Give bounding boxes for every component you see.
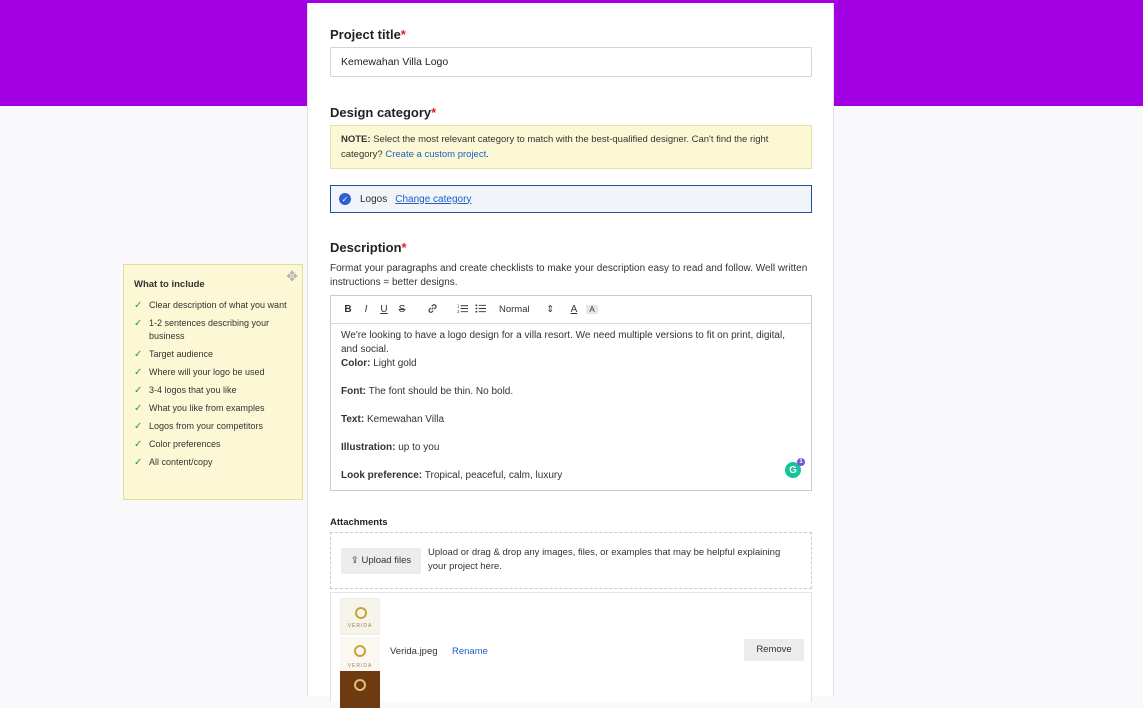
editor-content[interactable]: We're looking to have a logo design for … [331, 324, 811, 488]
list-item: ✓ Logos from your competitors [134, 421, 264, 432]
move-icon[interactable]: ✥ [286, 268, 298, 285]
rename-link[interactable]: Rename [452, 646, 488, 657]
upload-files-button[interactable]: ⇪ Upload files [341, 548, 421, 574]
upload-icon: ⇪ [350, 555, 359, 566]
design-category-label: Design category* [330, 105, 437, 120]
font-color-button[interactable]: A [565, 304, 583, 315]
ordered-list-icon[interactable]: 12 [453, 303, 471, 317]
project-title-label: Project title* [330, 27, 406, 42]
check-icon: ✓ [134, 421, 143, 432]
category-note: NOTE: Select the most relevant category … [330, 125, 812, 169]
list-item: ✓ Color preferences [134, 439, 221, 450]
project-title-input[interactable]: Kemewahan Villa Logo [330, 47, 812, 77]
intro-text: We're looking to have a logo design for … [341, 330, 785, 355]
list-item: ✓ 1-2 sentences describing your business [134, 318, 270, 341]
tips-list: ✓ Clear description of what you want ✓ 1-2… [134, 299, 294, 474]
check-icon: ✓ [134, 457, 143, 468]
check-icon: ✓ [134, 318, 143, 329]
svg-text:2: 2 [457, 309, 460, 314]
check-icon: ✓ [134, 385, 143, 396]
text-format-select[interactable]: Normal ⇕ [499, 304, 565, 315]
grammarly-icon[interactable]: G 1 [785, 458, 805, 478]
check-icon: ✓ [134, 300, 143, 311]
list-item: ✓ Target audience [134, 349, 214, 360]
list-item: ✓ Clear description of what you want [134, 300, 287, 311]
file-drop-zone[interactable]: ⇪ Upload files Upload or drag & drop any… [330, 532, 812, 589]
create-custom-project-link[interactable]: Create a custom project [385, 149, 486, 160]
panel-title: What to include [134, 279, 205, 290]
what-to-include-panel: What to include ✥ ✓ Clear description of … [123, 264, 303, 500]
italic-button[interactable]: I [357, 304, 375, 315]
checkmark-icon: ✓ [339, 193, 351, 205]
image-thumbnail[interactable]: VERIDA [340, 637, 380, 674]
description-label: Description* [330, 240, 407, 255]
svg-text:1: 1 [457, 303, 460, 308]
description-editor[interactable]: B I U S 12 Normal ⇕ A A We're looking to… [330, 295, 812, 491]
attachments-label: Attachments [330, 517, 388, 528]
description-help: Format your paragraphs and create checkl… [330, 263, 808, 288]
underline-button[interactable]: U [375, 304, 393, 315]
bullet-list-icon[interactable] [471, 303, 489, 317]
selected-category: ✓ Logos Change category [330, 185, 812, 213]
upload-help-text: Upload or drag & drop any images, files,… [428, 547, 781, 572]
editor-toolbar: B I U S 12 Normal ⇕ A A [331, 296, 811, 324]
list-item: ✓ Where will your logo be used [134, 367, 265, 378]
highlight-button[interactable]: A [586, 305, 598, 314]
link-icon[interactable] [423, 303, 441, 317]
bold-button[interactable]: B [339, 304, 357, 315]
image-thumbnail[interactable]: VERIDA [340, 598, 380, 635]
select-caret-icon: ⇕ [546, 304, 555, 315]
strikethrough-button[interactable]: S [393, 304, 411, 315]
attachment-list: VERIDA VERIDA Verida.jpeg Rename Remove [330, 592, 812, 708]
file-name: Verida.jpeg [390, 646, 438, 657]
selected-category-label: Logos [360, 193, 388, 205]
remove-button[interactable]: Remove [744, 639, 804, 661]
image-thumbnail[interactable] [340, 671, 380, 708]
change-category-link[interactable]: Change category [395, 194, 471, 205]
check-icon: ✓ [134, 349, 143, 360]
check-icon: ✓ [134, 439, 143, 450]
check-icon: ✓ [134, 403, 143, 414]
project-form-card: Project title* Kemewahan Villa Logo Desi… [307, 3, 834, 708]
grammarly-count-badge: 1 [797, 458, 805, 466]
list-item: ✓ What you like from examples [134, 403, 265, 414]
list-item: ✓ All content/copy [134, 457, 213, 468]
check-icon: ✓ [134, 367, 143, 378]
list-item: ✓ 3-4 logos that you like [134, 385, 237, 396]
